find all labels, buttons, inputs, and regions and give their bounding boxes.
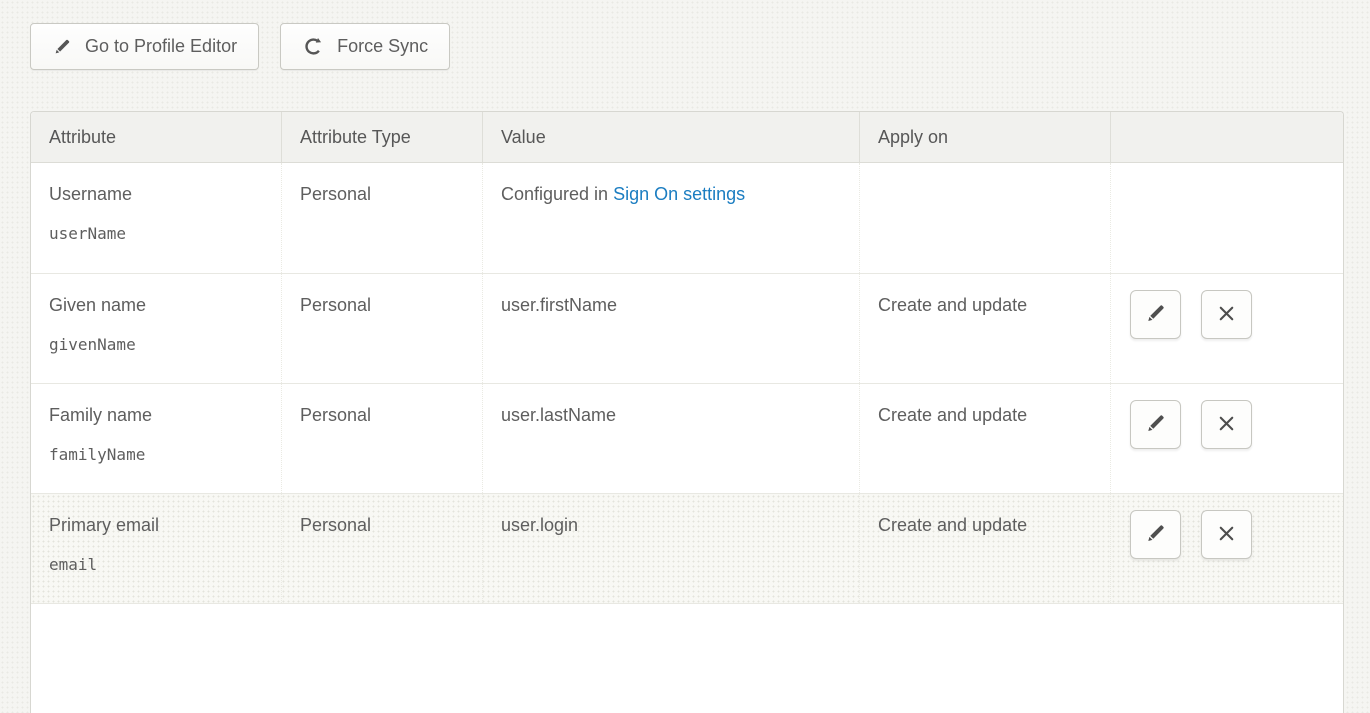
attribute-mappings-page: { "colors": { "link_blue": "#1b7dc1", "t… xyxy=(0,0,1370,644)
attribute-label: Family name xyxy=(49,405,269,426)
column-header-attribute: Attribute xyxy=(31,112,281,162)
column-header-attribute-type: Attribute Type xyxy=(281,112,482,162)
sign-on-settings-link[interactable]: Sign On settings xyxy=(613,184,745,204)
apply-on-cell xyxy=(859,163,1110,273)
table-row: Primary email email Personal user.login … xyxy=(31,493,1343,603)
force-sync-button[interactable]: Force Sync xyxy=(280,23,450,70)
edit-pencil-icon xyxy=(1143,410,1169,439)
edit-attribute-button[interactable] xyxy=(1130,290,1181,339)
button-label: Go to Profile Editor xyxy=(85,36,237,57)
pencil-icon xyxy=(52,36,73,57)
value-cell: user.login xyxy=(482,494,859,603)
value-text: Configured in xyxy=(501,184,613,204)
empty-table-row xyxy=(31,603,1343,713)
go-to-profile-editor-button[interactable]: Go to Profile Editor xyxy=(30,23,259,70)
table-row: Given name givenName Personal user.first… xyxy=(31,273,1343,383)
attribute-cell: Family name familyName xyxy=(31,384,281,493)
actions-cell xyxy=(1110,384,1343,493)
attribute-label: Primary email xyxy=(49,515,269,536)
apply-on-cell: Create and update xyxy=(859,274,1110,383)
attribute-cell: Username userName xyxy=(31,163,281,273)
table-row: Family name familyName Personal user.las… xyxy=(31,383,1343,493)
delete-x-icon xyxy=(1215,302,1238,328)
attribute-type-cell: Personal xyxy=(281,163,482,273)
attribute-cell: Given name givenName xyxy=(31,274,281,383)
actions-cell xyxy=(1110,274,1343,383)
value-cell: Configured in Sign On settings xyxy=(482,163,859,273)
attribute-label: Username xyxy=(49,184,269,205)
edit-pencil-icon xyxy=(1143,300,1169,329)
button-label: Force Sync xyxy=(337,36,428,57)
attribute-type-cell: Personal xyxy=(281,274,482,383)
delete-x-icon xyxy=(1215,412,1238,438)
table-row: Username userName Personal Configured in… xyxy=(31,163,1343,273)
actions-cell xyxy=(1110,163,1343,273)
attribute-variable-name: email xyxy=(49,555,269,574)
delete-attribute-button[interactable] xyxy=(1201,510,1252,559)
column-header-apply-on: Apply on xyxy=(859,112,1110,162)
attribute-mappings-table: Attribute Attribute Type Value Apply on … xyxy=(30,111,1344,713)
edit-attribute-button[interactable] xyxy=(1130,400,1181,449)
apply-on-cell: Create and update xyxy=(859,494,1110,603)
edit-attribute-button[interactable] xyxy=(1130,510,1181,559)
apply-on-cell: Create and update xyxy=(859,384,1110,493)
edit-pencil-icon xyxy=(1143,520,1169,549)
table-header-row: Attribute Attribute Type Value Apply on xyxy=(31,112,1343,163)
toolbar: Go to Profile Editor Force Sync xyxy=(0,0,1370,70)
column-header-actions xyxy=(1110,112,1343,162)
column-header-value: Value xyxy=(482,112,859,162)
attribute-type-cell: Personal xyxy=(281,494,482,603)
attribute-label: Given name xyxy=(49,295,269,316)
delete-attribute-button[interactable] xyxy=(1201,400,1252,449)
value-cell: user.firstName xyxy=(482,274,859,383)
attribute-variable-name: familyName xyxy=(49,445,269,464)
value-cell: user.lastName xyxy=(482,384,859,493)
attribute-variable-name: userName xyxy=(49,224,269,243)
attribute-type-cell: Personal xyxy=(281,384,482,493)
delete-x-icon xyxy=(1215,522,1238,548)
attribute-cell: Primary email email xyxy=(31,494,281,603)
refresh-icon xyxy=(302,35,325,58)
attribute-variable-name: givenName xyxy=(49,335,269,354)
actions-cell xyxy=(1110,494,1343,603)
delete-attribute-button[interactable] xyxy=(1201,290,1252,339)
